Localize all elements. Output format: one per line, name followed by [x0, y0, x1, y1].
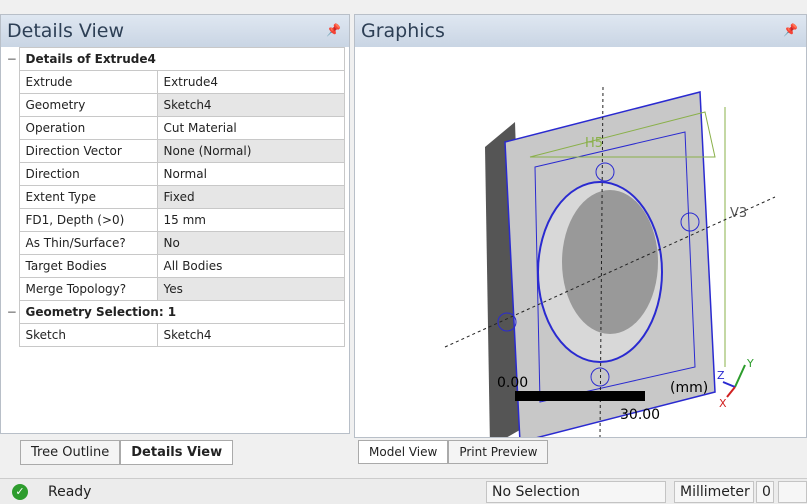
table-row[interactable]: Sketch Sketch4 — [5, 323, 345, 347]
property-name: Extent Type — [18, 185, 158, 209]
property-value[interactable]: 15 mm — [156, 208, 345, 232]
table-row[interactable]: Extrude Extrude4 — [5, 70, 345, 94]
tab-details-view[interactable]: Details View — [120, 440, 234, 465]
resize-grip-icon[interactable] — [778, 481, 807, 503]
svg-text:Z: Z — [717, 369, 725, 382]
panel-title: Graphics 📌 — [355, 15, 806, 47]
property-value[interactable]: All Bodies — [156, 254, 345, 278]
table-row[interactable]: As Thin/Surface? No — [5, 231, 345, 255]
graphics-panel: Graphics 📌 V3 H5 0.00 30.00 (mm) Y Z X — [354, 14, 807, 438]
check-icon: ✓ — [12, 484, 28, 500]
property-value[interactable]: None (Normal) — [156, 139, 345, 163]
viewport-3d[interactable]: V3 H5 0.00 30.00 (mm) Y Z X — [355, 47, 806, 437]
table-row[interactable]: Target Bodies All Bodies — [5, 254, 345, 278]
row-gutter — [5, 186, 19, 209]
svg-text:Y: Y — [746, 357, 754, 370]
property-name: Operation — [18, 116, 158, 140]
details-view-panel: Details View 📌 − Details of Extrude4 Extru… — [0, 14, 350, 434]
collapse-icon[interactable]: − — [5, 48, 19, 71]
tab-model-view[interactable]: Model View — [358, 440, 449, 464]
row-gutter — [5, 232, 19, 255]
selection-status: No Selection — [486, 481, 666, 503]
property-name: As Thin/Surface? — [18, 231, 158, 255]
property-value[interactable]: No — [156, 231, 345, 255]
tab-print-preview[interactable]: Print Preview — [448, 440, 549, 464]
details-view-title: Details View — [7, 20, 124, 42]
row-gutter — [5, 163, 19, 186]
property-name: Direction — [18, 162, 158, 186]
property-value[interactable]: Extrude4 — [156, 70, 345, 94]
property-name: Sketch — [18, 323, 158, 347]
group-label: Details of Extrude4 — [18, 47, 345, 71]
property-value[interactable]: Yes — [156, 277, 345, 301]
row-gutter — [5, 94, 19, 117]
status-text: Ready — [48, 484, 92, 500]
table-row[interactable]: FD1, Depth (>0) 15 mm — [5, 208, 345, 232]
details-table: − Details of Extrude4 Extrude Extrude4 Geom… — [5, 47, 345, 347]
property-value[interactable]: Normal — [156, 162, 345, 186]
property-value[interactable]: Cut Material — [156, 116, 345, 140]
collapse-icon[interactable]: − — [5, 301, 19, 324]
row-gutter — [5, 140, 19, 163]
row-gutter — [5, 209, 19, 232]
property-value[interactable]: Fixed — [156, 185, 345, 209]
panel-title: Details View 📌 — [1, 15, 349, 47]
row-gutter — [5, 117, 19, 140]
row-gutter — [5, 71, 19, 94]
property-name: FD1, Depth (>0) — [18, 208, 158, 232]
svg-text:X: X — [719, 397, 727, 410]
row-gutter — [5, 324, 19, 347]
property-name: Target Bodies — [18, 254, 158, 278]
pin-icon[interactable]: 📌 — [326, 23, 341, 37]
table-row[interactable]: Merge Topology? Yes — [5, 277, 345, 301]
group-header[interactable]: − Geometry Selection: 1 — [5, 300, 345, 324]
table-row[interactable]: Geometry Sketch4 — [5, 93, 345, 117]
graphics-title: Graphics — [361, 20, 445, 42]
angle-units[interactable]: 0 — [756, 481, 774, 503]
property-name: Geometry — [18, 93, 158, 117]
row-gutter — [5, 255, 19, 278]
property-value[interactable]: Sketch4 — [156, 323, 345, 347]
property-name: Extrude — [18, 70, 158, 94]
axis-triad-icon: Y Z X — [717, 357, 754, 410]
row-gutter — [5, 278, 19, 301]
units-selector[interactable]: Millimeter — [674, 481, 754, 503]
group-label: Geometry Selection: 1 — [18, 300, 345, 324]
hole-inner — [562, 190, 658, 334]
property-value[interactable]: Sketch4 — [156, 93, 345, 117]
scale-bar — [515, 391, 645, 401]
dim-label: H5 — [585, 136, 603, 151]
property-name: Merge Topology? — [18, 277, 158, 301]
group-header[interactable]: − Details of Extrude4 — [5, 47, 345, 71]
property-name: Direction Vector — [18, 139, 158, 163]
dim-label: V3 — [730, 206, 747, 221]
tab-tree-outline[interactable]: Tree Outline — [20, 440, 121, 465]
pin-icon[interactable]: 📌 — [783, 23, 798, 37]
table-row[interactable]: Extent Type Fixed — [5, 185, 345, 209]
table-row[interactable]: Operation Cut Material — [5, 116, 345, 140]
scale-end: 30.00 — [620, 407, 660, 423]
scale-start: 0.00 — [497, 375, 528, 391]
table-row[interactable]: Direction Vector None (Normal) — [5, 139, 345, 163]
table-row[interactable]: Direction Normal — [5, 162, 345, 186]
scale-units: (mm) — [670, 380, 708, 396]
status-bar: ✓ Ready No Selection Millimeter 0 — [0, 478, 807, 504]
